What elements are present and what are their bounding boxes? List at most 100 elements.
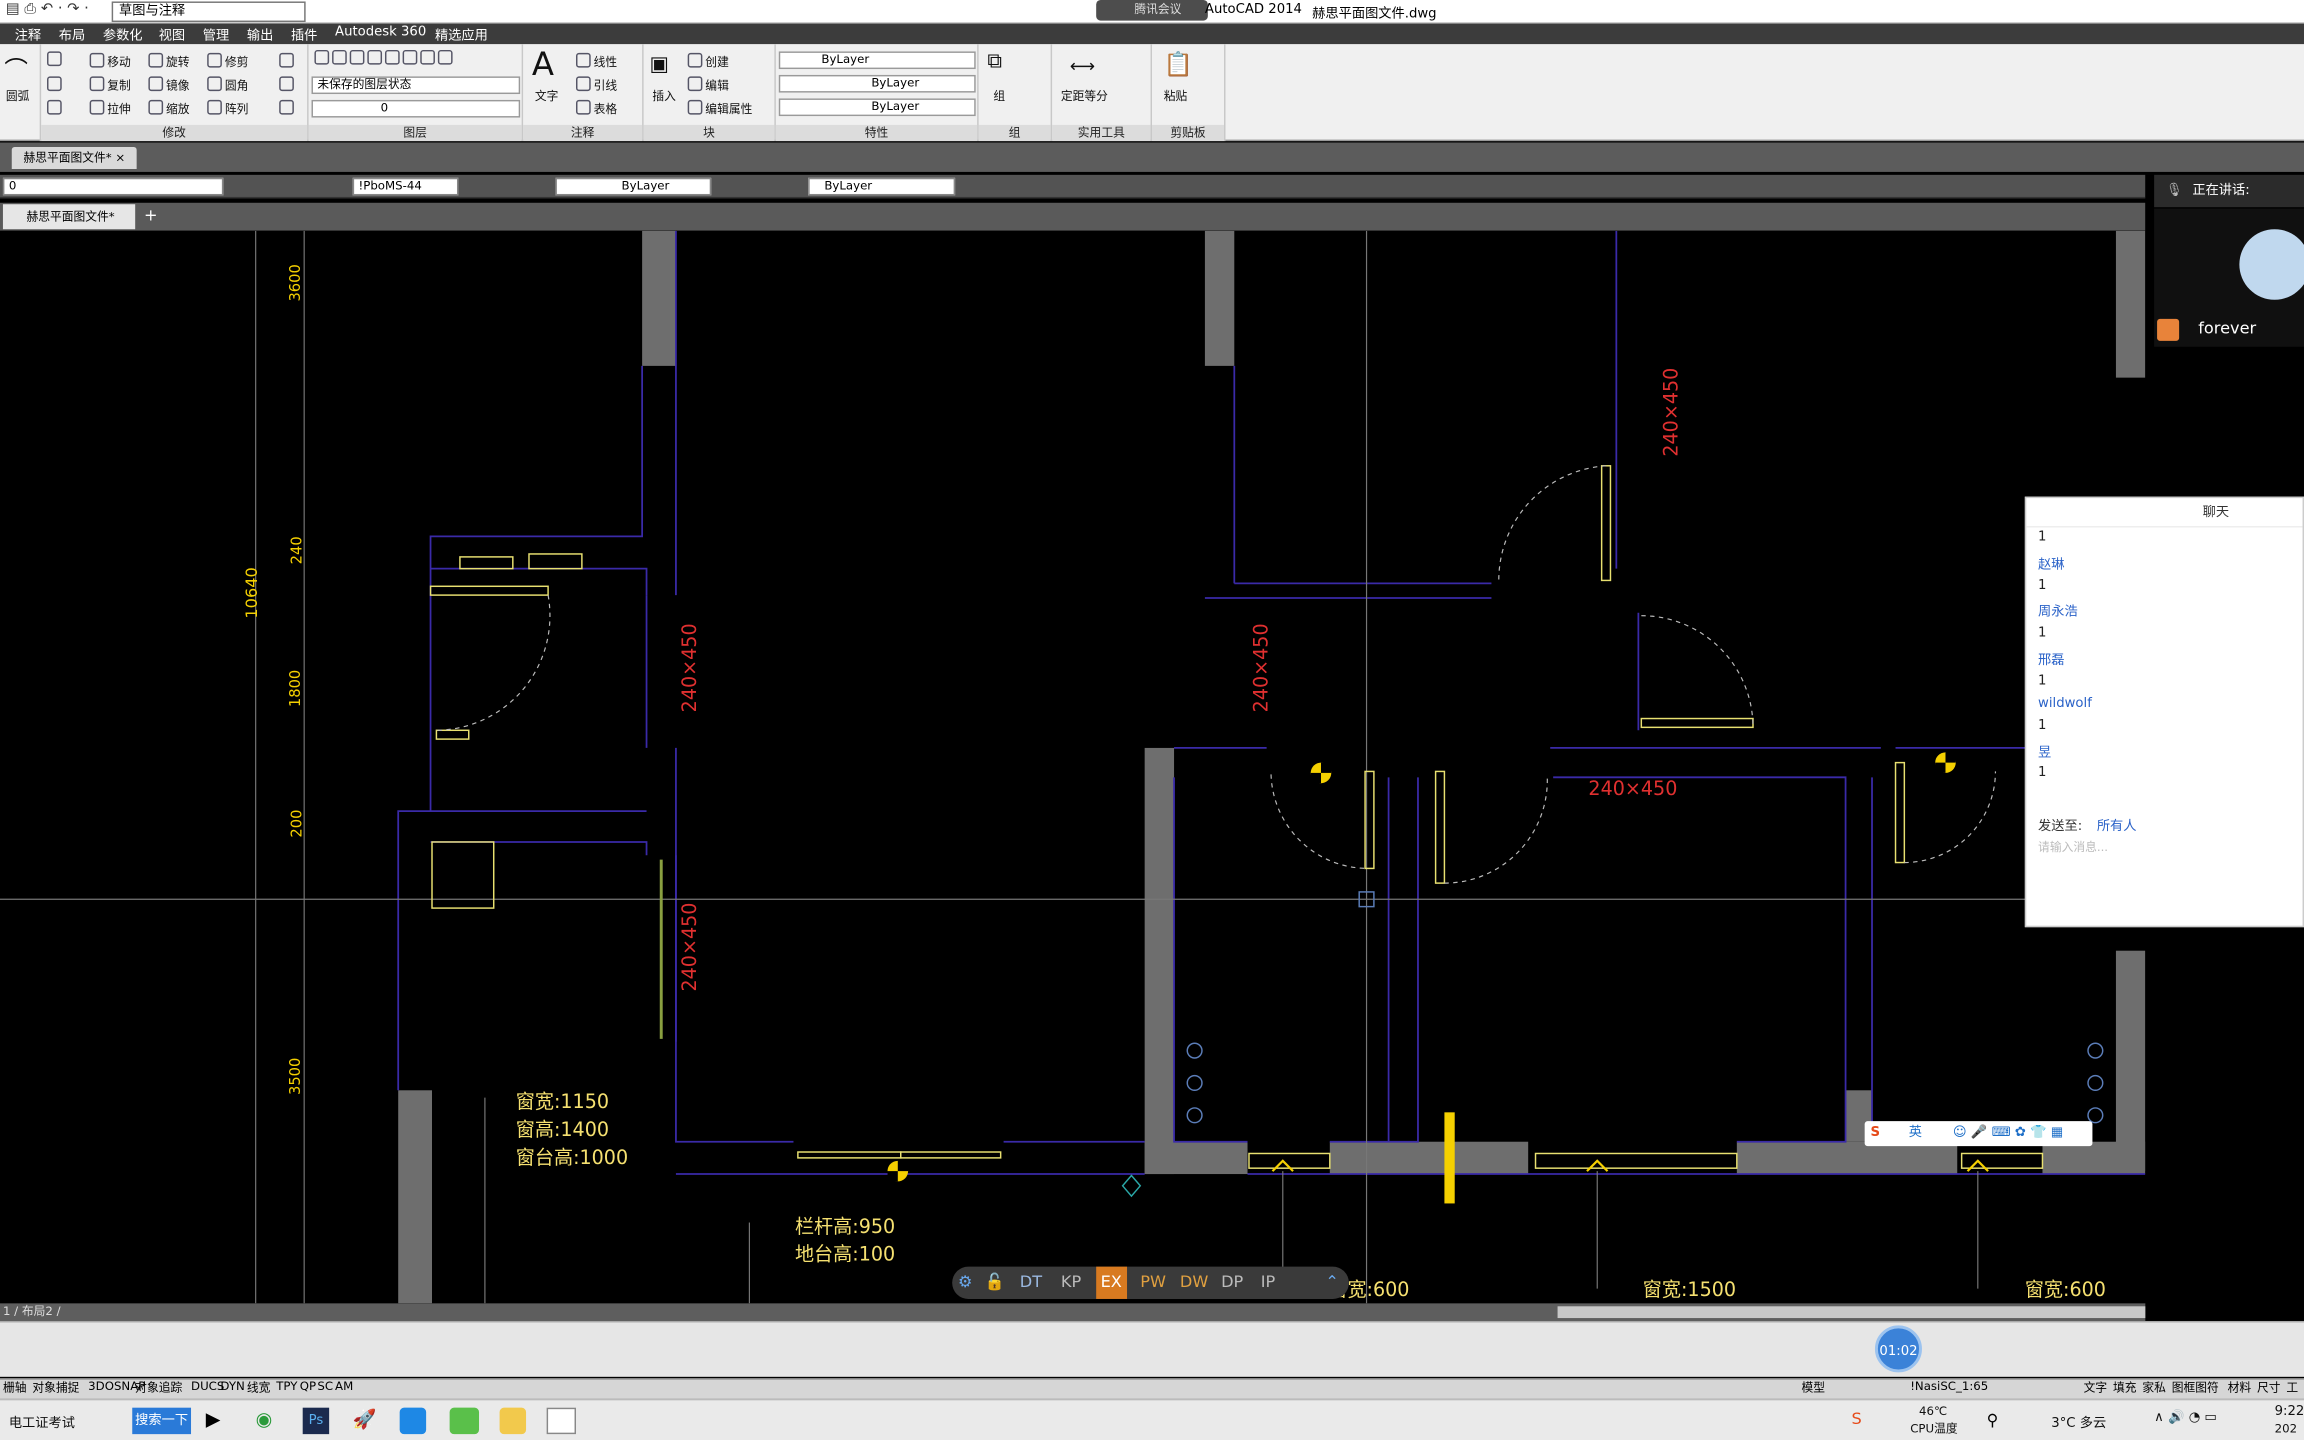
status-tpy[interactable]: TPY [276, 1380, 297, 1393]
status-snap[interactable]: 栅轴 [3, 1380, 27, 1396]
meeting-app-icon[interactable] [399, 1407, 427, 1435]
media-player-icon[interactable]: ▶ [206, 1409, 221, 1431]
utilities-panel-label[interactable]: 实用工具 [1052, 124, 1151, 142]
menu-featured-apps[interactable]: 精选应用 [435, 25, 488, 44]
linear-dim-button[interactable]: 线性 [576, 52, 617, 71]
linetype-select[interactable]: ByLayer [778, 74, 976, 93]
status-sc[interactable]: SC [317, 1380, 333, 1393]
layer-tools-icons[interactable] [314, 49, 455, 66]
menu-output[interactable]: 输出 [247, 25, 273, 44]
status-tool[interactable]: 工 [2286, 1380, 2298, 1396]
create-block-button[interactable]: 创建 [687, 52, 729, 71]
status-dimension[interactable]: 尺寸 [2257, 1380, 2281, 1396]
horizontal-scrollbar[interactable] [1557, 1306, 2146, 1319]
annotation-scale[interactable]: !NasiSC_1:65 [1910, 1380, 1988, 1393]
status-furniture[interactable]: 家私 [2142, 1380, 2166, 1396]
menu-autodesk360[interactable]: Autodesk 360 [335, 25, 426, 40]
sogou-tray-icon[interactable]: S [1851, 1409, 1861, 1428]
browser-icon[interactable]: ◉ [256, 1409, 273, 1431]
add-tab-icon[interactable]: + [144, 206, 158, 225]
status-lw[interactable]: 线宽 [247, 1380, 271, 1396]
status-frame[interactable]: 图框图符 [2172, 1380, 2219, 1396]
status-am[interactable]: AM [335, 1380, 353, 1393]
menu-view[interactable]: 视图 [159, 25, 185, 44]
status-material[interactable]: 材料 [2228, 1380, 2252, 1396]
command-line[interactable] [0, 1320, 2304, 1377]
menu-plugins[interactable]: 插件 [291, 25, 317, 44]
brush-icon[interactable] [279, 52, 297, 69]
tool-app-icon[interactable] [499, 1407, 527, 1435]
current-layer-select[interactable]: 0 [311, 99, 521, 118]
meeting-indicator[interactable]: 腾讯会议 [1096, 0, 1208, 21]
fillet-button[interactable]: 圆角 [207, 76, 248, 94]
measure-label[interactable]: 定距等分 [1061, 88, 1108, 104]
send-to-select[interactable]: 所有人 [2097, 816, 2137, 835]
chevron-up-icon[interactable]: ⌃ [1325, 1267, 1339, 1299]
edit-block-button[interactable]: 编辑 [687, 76, 729, 94]
ime-mode[interactable]: 英 [1909, 1121, 1922, 1146]
menu-manage[interactable]: 管理 [203, 25, 229, 44]
mirror-button[interactable]: 镜像 [148, 76, 190, 94]
chat-input[interactable]: 请输入消息... [2038, 839, 2108, 855]
quick-access-toolbar[interactable]: ▤ ⎙ ↶ · ↷ · [6, 1, 89, 17]
drawing-tab[interactable]: 赫思平面图文件* [2, 204, 136, 230]
lock-icon[interactable]: 🔓 [984, 1267, 1004, 1299]
table-button[interactable]: 表格 [576, 99, 617, 118]
tool-dw[interactable]: DW [1180, 1267, 1208, 1299]
hatch-icon[interactable] [47, 99, 65, 116]
block-panel-label[interactable]: 块 [643, 124, 775, 142]
paste-icon[interactable]: 📋 [1164, 50, 1193, 78]
properties-panel-label[interactable]: 特性 [775, 124, 978, 142]
drawing-canvas[interactable]: 3600 240 1800 200 3500 10640 4900 2770 2… [0, 230, 2146, 1304]
group-label[interactable]: 组 [993, 88, 1005, 104]
layer-select[interactable]: 0 [2, 177, 224, 196]
wechat-icon[interactable] [449, 1407, 480, 1435]
ime-tools-icons[interactable]: ☺ 🎤 ⌨ ✿ 👕 ▦ [1953, 1121, 2063, 1146]
insert-icon[interactable]: ▣ [649, 53, 668, 77]
join-icon[interactable] [279, 76, 297, 92]
rect-icon[interactable] [47, 51, 65, 67]
model-button[interactable]: 模型 [1801, 1380, 1825, 1396]
photoshop-icon[interactable]: Ps [302, 1407, 330, 1435]
taskbar-app-title[interactable]: 电工证考试 [9, 1412, 75, 1432]
layer-state-select[interactable]: 未保存的图层状态 [311, 76, 521, 95]
edit-attr-button[interactable]: 编辑属性 [687, 99, 752, 118]
rotate-button[interactable]: 旋转 [148, 52, 190, 71]
tray-icons[interactable]: ∧ 🔊 ◔ ▭ [2154, 1411, 2217, 1426]
insert-label[interactable]: 插入 [652, 88, 676, 104]
layers-panel-label[interactable]: 图层 [308, 124, 522, 142]
rocket-icon[interactable]: 🚀 [353, 1409, 377, 1431]
close-icon[interactable]: × [115, 151, 125, 164]
tool-ex[interactable]: EX [1096, 1266, 1127, 1299]
menu-annotate[interactable]: 注释 [15, 25, 41, 44]
lineweight-select[interactable]: ByLayer [778, 98, 976, 117]
dimstyle-select[interactable]: !PboMS-44 [352, 177, 459, 196]
modify-panel-label[interactable]: 修改 [41, 124, 308, 142]
text-icon[interactable]: A [532, 47, 554, 84]
tool-dp[interactable]: DP [1221, 1267, 1243, 1299]
tool-ip[interactable]: IP [1261, 1267, 1276, 1299]
status-osnap[interactable]: 对象捕捉 [32, 1380, 79, 1396]
group-panel-label[interactable]: 组 [978, 124, 1051, 142]
sogou-icon[interactable]: S [1871, 1121, 1881, 1146]
status-ducs[interactable]: DUCS [191, 1380, 224, 1393]
clock-date[interactable]: 202 [2275, 1422, 2297, 1435]
annotation-panel-label[interactable]: 注释 [523, 124, 643, 142]
clipboard-panel-label[interactable]: 剪贴板 [1152, 124, 1225, 142]
menu-parametric[interactable]: 参数化 [103, 25, 143, 44]
move-button[interactable]: 移动 [89, 52, 131, 71]
doc-tab[interactable]: 赫思平面图文件* × [11, 146, 138, 169]
search-button[interactable]: 搜索一下 [132, 1407, 192, 1435]
status-fill[interactable]: 填充 [2113, 1380, 2137, 1396]
scale-button[interactable]: 缩放 [148, 99, 190, 118]
stretch-button[interactable]: 拉伸 [89, 99, 131, 118]
user-icon[interactable]: ⚲ [1987, 1411, 1999, 1430]
color-select-2[interactable]: ByLayer [808, 177, 956, 196]
region-icon[interactable] [47, 76, 65, 92]
tool-kp[interactable]: KP [1061, 1267, 1081, 1299]
clock-time[interactable]: 9:22 [2275, 1405, 2304, 1420]
leader-button[interactable]: 引线 [576, 76, 617, 94]
status-dyn[interactable]: DYN [220, 1380, 244, 1393]
offset-icon[interactable] [279, 99, 297, 116]
copy-button[interactable]: 复制 [89, 76, 131, 94]
